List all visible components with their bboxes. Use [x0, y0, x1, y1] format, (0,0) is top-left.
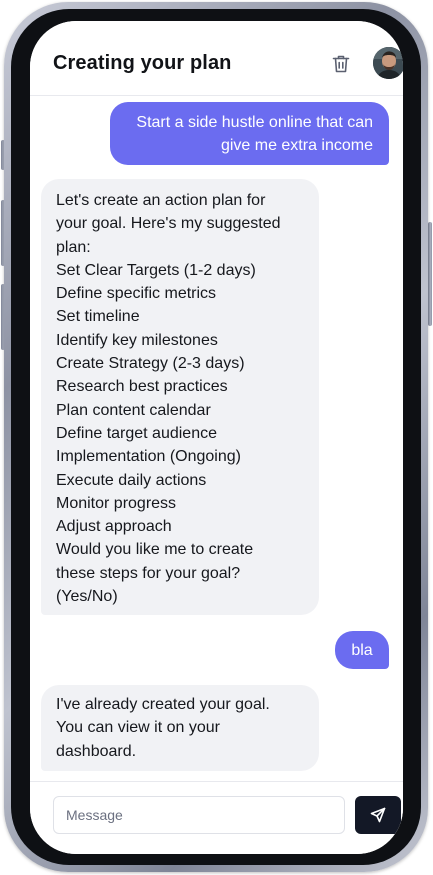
message-line: Let's create an action plan for — [56, 192, 266, 209]
message-line: Would you like me to create — [56, 541, 254, 559]
message-line: Start a side hustle online that can — [136, 114, 373, 131]
message-line: give me extra income — [220, 137, 373, 155]
message-line: Set Clear Targets (1-2 days) — [56, 261, 256, 279]
message-line: Identify key milestones — [56, 331, 218, 349]
message-line: Adjust approach — [56, 518, 172, 536]
user-message: bla — [335, 631, 389, 669]
message-line: bla — [351, 642, 373, 659]
page-title: Creating your plan — [53, 52, 232, 74]
app-screen: Creating your plan Start a side hustle o… — [30, 21, 403, 854]
phone-power-button — [428, 222, 432, 326]
assistant-message: I've already created your goal. You can … — [41, 685, 319, 771]
user-message: Start a side hustle online that can give… — [110, 102, 389, 165]
message-line: Create Strategy (2-3 days) — [56, 355, 245, 373]
assistant-message: Let's create an action plan for your goa… — [41, 179, 319, 615]
delete-chat-button[interactable] — [329, 52, 353, 76]
message-input[interactable] — [53, 796, 345, 834]
message-line: Define target audience — [56, 424, 217, 442]
message-line: Plan content calendar — [56, 401, 211, 419]
phone-mockup: Creating your plan Start a side hustle o… — [0, 0, 433, 875]
avatar-icon — [373, 47, 403, 79]
message-line: these steps for your goal? — [56, 564, 241, 582]
message-line: Set timeline — [56, 308, 140, 326]
message-line: Monitor progress — [56, 494, 177, 512]
message-composer — [30, 781, 403, 854]
message-line: your goal. Here's my suggested — [56, 215, 281, 233]
send-button[interactable] — [355, 796, 401, 834]
message-line: Implementation (Ongoing) — [56, 448, 241, 466]
message-line: plan: — [56, 238, 91, 256]
message-line: Define specific metrics — [56, 285, 217, 303]
user-avatar[interactable] — [373, 47, 403, 79]
trash-icon — [332, 55, 350, 73]
message-line: You can view it on your — [56, 719, 220, 737]
message-line: Execute daily actions — [56, 471, 207, 489]
message-line: (Yes/No) — [56, 588, 118, 606]
message-line: I've already created your goal. — [56, 696, 270, 713]
message-line: Research best practices — [56, 378, 228, 396]
chat-header: Creating your plan — [30, 21, 403, 96]
message-line: dashboard. — [56, 742, 137, 760]
send-icon — [370, 807, 386, 823]
